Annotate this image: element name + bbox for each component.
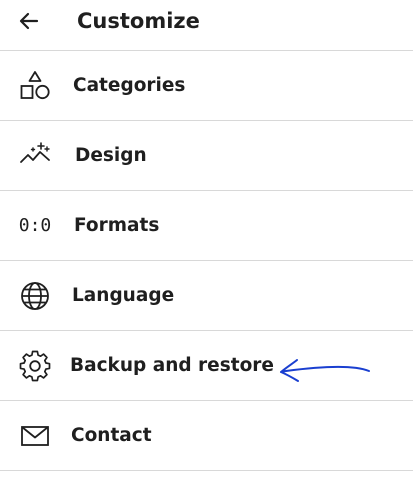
shapes-icon: [18, 69, 52, 103]
magic-wand-icon: [18, 139, 52, 173]
menu-item-label: Backup and restore: [70, 354, 274, 376]
menu-item-design[interactable]: Design: [0, 120, 413, 190]
menu-item-categories[interactable]: Categories: [0, 50, 413, 120]
menu-item-language[interactable]: Language: [0, 260, 413, 330]
menu-item-label: Contact: [71, 424, 152, 446]
app-header: Customize: [0, 0, 413, 50]
time-format-icon: 0:0: [18, 209, 52, 243]
menu-item-label: Categories: [73, 74, 186, 96]
time-format-glyph: 0:0: [18, 215, 52, 236]
menu-item-label: Design: [75, 144, 147, 166]
menu-item-formats[interactable]: 0:0 Formats: [0, 190, 413, 260]
gear-icon: [18, 349, 52, 383]
globe-icon: [18, 279, 52, 313]
menu-item-label: Language: [72, 284, 175, 306]
arrow-left-icon: [19, 12, 39, 30]
menu-item-contact[interactable]: Contact: [0, 400, 413, 471]
back-button[interactable]: [12, 4, 46, 38]
envelope-icon: [18, 419, 52, 453]
hand-drawn-arrow-annotation: [280, 359, 370, 382]
menu-item-label: Formats: [74, 214, 160, 236]
page-title: Customize: [77, 9, 200, 33]
customize-menu: Categories Design 0:0 Formats Language B…: [0, 50, 413, 471]
